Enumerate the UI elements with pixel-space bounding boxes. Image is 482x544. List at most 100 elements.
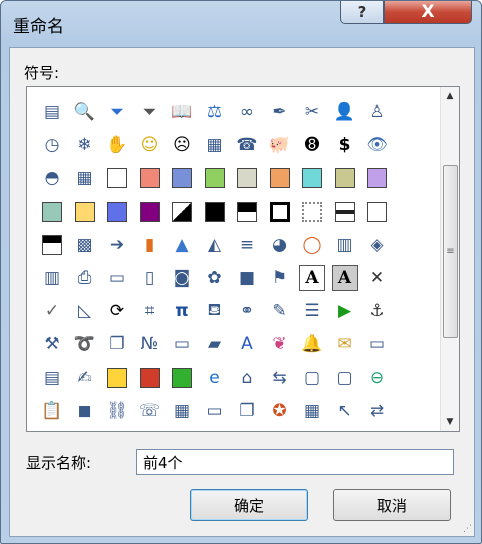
symbol-copy-icon[interactable]: ❐ — [104, 331, 130, 357]
symbol-color-d03c2a-icon[interactable] — [137, 365, 163, 391]
symbol-anchor-icon[interactable]: ⚓ — [364, 298, 390, 324]
symbol-filter-gray-icon[interactable]: ⏷ — [137, 99, 163, 125]
symbol-rings-icon[interactable]: ∞ — [234, 99, 260, 125]
symbol-dollar-icon[interactable]: $ — [332, 132, 358, 158]
symbol-color-grid-icon[interactable]: ▦ — [72, 165, 98, 191]
symbol-card-icon[interactable]: ▭ — [364, 331, 390, 357]
symbol-wrench-cross-icon[interactable]: ✂ — [299, 99, 325, 125]
symbol-numbers-icon[interactable]: № — [137, 331, 163, 357]
symbol-pi-icon[interactable]: π — [169, 298, 195, 324]
symbol-eraser-icon[interactable]: ▰ — [202, 331, 228, 357]
symbol-color-6070e8-icon[interactable] — [104, 199, 130, 225]
symbol-ie-icon[interactable]: e — [202, 365, 228, 391]
symbol-printer-icon[interactable]: ⎙ — [72, 265, 98, 291]
symbol-pen-nib-icon[interactable]: ✒ — [267, 99, 293, 125]
symbol-brush-icon[interactable]: ✎ — [267, 298, 293, 324]
symbol-person-icon[interactable]: 👤 — [332, 99, 358, 125]
symbol-books-icon[interactable]: ▥ — [39, 265, 65, 291]
symbol-book-stack-icon[interactable]: ◈ — [364, 232, 390, 258]
symbol-diag-icon[interactable] — [169, 199, 195, 225]
symbol-table-icon[interactable]: ▦ — [169, 398, 195, 424]
symbol-matrix-icon[interactable]: ⌗ — [137, 298, 163, 324]
symbol-bell-icon[interactable]: 🔔 — [299, 331, 325, 357]
symbol-form-icon[interactable]: ▤ — [39, 365, 65, 391]
symbol-refresh-icon[interactable]: ⟳ — [104, 298, 130, 324]
symbol-color-ffd870-icon[interactable] — [72, 199, 98, 225]
symbol-cursor-icon[interactable]: ↖ — [332, 398, 358, 424]
symbol-eight-ball-icon[interactable]: ➑ — [299, 132, 325, 158]
symbol-butterfly-icon[interactable]: ❦ — [267, 331, 293, 357]
symbol-binoculars-icon[interactable]: ⚭ — [234, 298, 260, 324]
symbol-grid[interactable]: ▤ 🔍 ⏷ ⏷ 📖 ⚖ ∞ ✒ ✂ 👤 ♙ ◷ ❄ ✋ ☺ ☹ ▦ ☎ 🐖 ➑ $ 👁 ◓ ▦ ▩ ➔ ▮ ▲ ◭ ≡ ◕ ◯ ▥ ◈ ▥ ⎙ ▭ ▯ ◙ ✿… — [26, 86, 460, 432]
symbol-cross-x-icon[interactable]: ✕ — [364, 265, 390, 291]
symbol-bar-chart-icon[interactable]: ▮ — [137, 232, 163, 258]
vertical-scrollbar[interactable]: ▲ ≡ ▼ — [440, 87, 459, 431]
symbol-snowflake-icon[interactable]: ❄ — [72, 132, 98, 158]
symbol-dotted-icon[interactable] — [299, 199, 325, 225]
symbol-smiley-icon[interactable]: ☺ — [137, 132, 163, 158]
symbol-scales-icon[interactable]: ⚖ — [202, 99, 228, 125]
symbol-color-70d8d8-icon[interactable] — [299, 165, 325, 191]
symbol-color-800080-icon[interactable] — [137, 199, 163, 225]
symbol-donut-icon[interactable]: ◯ — [299, 232, 325, 258]
symbol-sign2-icon[interactable]: ⇄ — [364, 398, 390, 424]
symbol-window-frame-icon[interactable]: ▭ — [202, 398, 228, 424]
symbol-landscape-icon[interactable]: ▭ — [104, 265, 130, 291]
symbol-worker-icon[interactable]: ⚒ — [39, 331, 65, 357]
symbol-edit-pen-icon[interactable]: ✍ — [72, 365, 98, 391]
symbol-list-icon[interactable]: ☰ — [299, 298, 325, 324]
symbol-chess-pieces-icon[interactable]: ♙ — [364, 99, 390, 125]
symbol-color-c0a0e8-icon[interactable] — [364, 165, 390, 191]
symbol-top-black-icon[interactable] — [39, 232, 65, 258]
symbol-frame-icon[interactable]: ▢ — [299, 365, 325, 391]
symbol-medal-icon[interactable]: ✪ — [267, 398, 293, 424]
symbol-cone-icon[interactable]: ▲ — [169, 232, 195, 258]
symbol-cube-icon[interactable]: ◼ — [72, 398, 98, 424]
symbol-color-c8c890-icon[interactable] — [332, 165, 358, 191]
symbol-chain-icon[interactable]: ⛓ — [104, 398, 130, 424]
symbol-filter-blue-icon[interactable]: ⏷ — [104, 99, 130, 125]
symbol-area-chart-icon[interactable]: ◭ — [202, 232, 228, 258]
symbol-windows-icon[interactable]: ❐ — [234, 398, 260, 424]
symbol-fax-icon[interactable]: ☏ — [137, 398, 163, 424]
symbol-reel-icon[interactable]: ✿ — [202, 265, 228, 291]
symbol-check-icon[interactable]: ✓ — [39, 298, 65, 324]
symbol-color-ffffff-icon[interactable] — [104, 165, 130, 191]
symbol-piggy-bank-icon[interactable]: 🐖 — [267, 132, 293, 158]
symbol-home-icon[interactable]: ⌂ — [234, 365, 260, 391]
symbol-book-icon[interactable]: 📖 — [169, 99, 195, 125]
symbol-color-90d060-icon[interactable] — [202, 165, 228, 191]
symbol-diag-bw-icon[interactable]: ■ — [234, 265, 260, 291]
symbol-doc-flat-icon[interactable]: ▯ — [137, 265, 163, 291]
symbol-hand-icon[interactable]: ✋ — [104, 132, 130, 158]
symbol-window-icon[interactable]: ▤ — [39, 99, 65, 125]
symbol-color-ffffff-icon[interactable] — [364, 199, 390, 225]
symbol-calculator-icon[interactable]: ▦ — [202, 132, 228, 158]
symbol-play-icon[interactable]: ▶ — [332, 298, 358, 324]
symbol-sad-face-icon[interactable]: ☹ — [169, 132, 195, 158]
symbol-clipboard-icon[interactable]: 📋 — [39, 398, 65, 424]
symbol-color-98c8b8-icon[interactable] — [39, 199, 65, 225]
symbol-half-black-icon[interactable] — [234, 199, 260, 225]
symbol-A-box-icon[interactable]: A — [299, 265, 325, 291]
symbol-magnifier-icon[interactable]: 🔍 — [72, 99, 98, 125]
symbol-color-000000-icon[interactable] — [202, 199, 228, 225]
ok-button[interactable]: 确定 — [190, 489, 308, 521]
symbol-cylinders-icon[interactable]: ▥ — [332, 232, 358, 258]
close-button[interactable]: X — [384, 1, 472, 24]
symbol-checker-icon[interactable]: ▩ — [72, 232, 98, 258]
symbol-mail-icon[interactable]: ✉ — [332, 331, 358, 357]
symbol-half-gray-icon[interactable] — [332, 199, 358, 225]
scroll-down-arrow[interactable]: ▼ — [441, 413, 459, 431]
symbol-color-ffd43a-icon[interactable] — [104, 365, 130, 391]
symbol-stacked-bar-icon[interactable]: ≡ — [234, 232, 260, 258]
symbol-portrait-icon[interactable]: ◙ — [169, 265, 195, 291]
symbol-note-icon[interactable]: ▢ — [332, 365, 358, 391]
symbol-eye-icon[interactable]: 👁 — [364, 132, 390, 158]
symbol-no-entry-icon[interactable]: ⊖ — [364, 365, 390, 391]
symbol-color-f08878-icon[interactable] — [137, 165, 163, 191]
display-name-input[interactable]: 前4个 — [136, 449, 454, 475]
scroll-up-arrow[interactable]: ▲ — [441, 87, 459, 105]
scroll-thumb[interactable]: ≡ — [443, 165, 458, 338]
help-button[interactable]: ? — [340, 1, 384, 24]
